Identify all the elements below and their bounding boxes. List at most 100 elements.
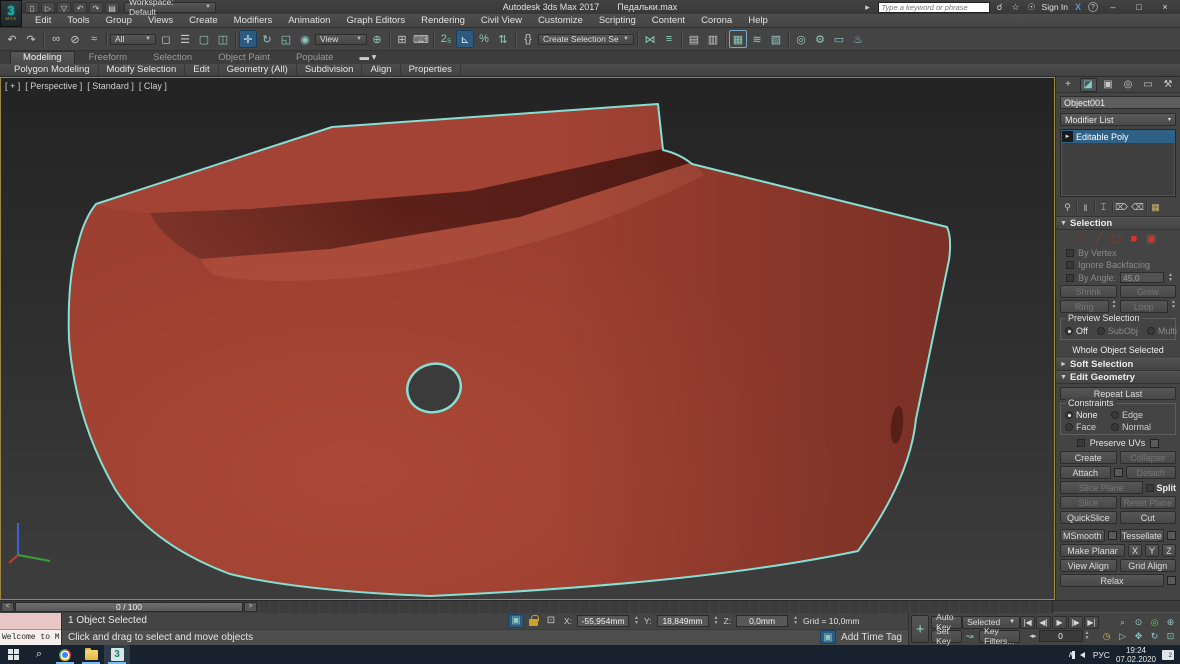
menu-content[interactable]: Content (645, 14, 692, 27)
spinner-icon[interactable]: ▲▼ (1168, 273, 1173, 283)
play-animation-icon[interactable]: ▶ (1052, 616, 1067, 629)
select-by-name-icon[interactable]: ☰ (176, 30, 194, 48)
collapse-search-icon[interactable]: ▸ (862, 2, 874, 13)
reset-plane-button[interactable]: Reset Plane (1120, 496, 1177, 509)
search-communities-icon[interactable]: ☌ (994, 2, 1006, 13)
detach-button[interactable]: Detach (1126, 466, 1177, 479)
favorites-icon[interactable]: ☆ (1010, 2, 1022, 13)
time-slider-track[interactable]: < 0 / 100 > (0, 601, 1053, 613)
default-in-out-tangent-icon[interactable]: ↝ (962, 630, 977, 643)
cut-button[interactable]: Cut (1120, 511, 1177, 524)
use-pivot-point-center-icon[interactable]: ⊕ (368, 30, 386, 48)
viewport-general-menu[interactable]: [ + ] (5, 81, 20, 91)
absolute-mode-icon[interactable]: ⊡ (543, 614, 559, 628)
grid-align-button[interactable]: Grid Align (1120, 559, 1177, 572)
window-crossing-icon[interactable]: ◫ (214, 30, 232, 48)
key-filters-button[interactable]: Key Filters... (979, 630, 1020, 643)
ring-button[interactable]: Ring (1060, 300, 1109, 313)
volume-icon[interactable] (1080, 652, 1085, 658)
by-angle-field[interactable] (1120, 272, 1164, 283)
add-time-tag-button[interactable]: Add Time Tag (841, 632, 902, 643)
scene-explorer-icon[interactable]: ▤ (685, 30, 703, 48)
slice-button[interactable]: Slice (1060, 496, 1117, 509)
select-and-scale-icon[interactable]: ◱ (277, 30, 295, 48)
menu-edit[interactable]: Edit (28, 14, 58, 27)
menu-tools[interactable]: Tools (60, 14, 96, 27)
planar-z-button[interactable]: Z (1162, 544, 1176, 557)
edit-geometry-rollout-header[interactable]: ▼ Edit Geometry (1056, 371, 1180, 384)
close-button[interactable]: × (1154, 1, 1176, 13)
selection-rollout-header[interactable]: ▼ Selection (1056, 217, 1180, 230)
preserve-uvs-checkbox[interactable]: Preserve UVs (1056, 437, 1180, 449)
configure-modifier-sets-icon[interactable]: ▦ (1148, 201, 1163, 214)
make-unique-icon[interactable]: ⌶ (1096, 201, 1111, 214)
next-frame-arrow[interactable]: > (244, 602, 257, 612)
edge-subobject-icon[interactable]: ╱ (1095, 233, 1102, 245)
taskbar-chrome-icon[interactable] (52, 645, 78, 664)
element-subobject-icon[interactable]: ▣ (1146, 233, 1156, 245)
create-button[interactable]: Create (1060, 451, 1117, 464)
ribbon-group-subdivision[interactable]: Subdivision (297, 64, 363, 76)
undo-button[interactable]: ↶ (3, 30, 21, 48)
ribbon-group-edit[interactable]: Edit (185, 64, 218, 76)
new-scene-icon[interactable]: ▯ (25, 2, 39, 13)
field-of-view-icon[interactable]: ▷ (1115, 630, 1130, 643)
named-selection-sets-dropdown[interactable]: Create Selection Se▼ (538, 34, 634, 45)
grow-button[interactable]: Grow (1120, 285, 1177, 298)
preserve-uvs-settings-button[interactable] (1150, 439, 1159, 448)
shrink-button[interactable]: Shrink (1060, 285, 1117, 298)
percent-snap-toggle-icon[interactable]: % (475, 30, 493, 48)
remove-modifier2-icon[interactable]: ⌫ (1130, 201, 1145, 214)
selection-lock-icon[interactable] (529, 619, 538, 626)
attach-button[interactable]: Attach (1060, 466, 1111, 479)
time-configuration-icon[interactable]: ◷ (1099, 630, 1114, 643)
viewport-shading-menu[interactable]: [ Clay ] (139, 81, 167, 91)
selection-filter-dropdown[interactable]: All▼ (110, 34, 156, 45)
planar-x-button[interactable]: X (1128, 544, 1142, 557)
viewport-pov-menu[interactable]: [ Perspective ] (25, 81, 82, 91)
render-production-icon[interactable]: ♨ (849, 30, 867, 48)
pan-view-icon[interactable]: ✥ (1131, 630, 1146, 643)
layer-explorer-icon[interactable]: ▥ (704, 30, 722, 48)
split-checkbox[interactable] (1146, 484, 1154, 492)
taskbar-search-icon[interactable]: ⌕ (26, 645, 52, 664)
soft-selection-rollout-header[interactable]: ► Soft Selection (1056, 358, 1180, 371)
previous-frame-arrow[interactable]: < (1, 602, 14, 612)
language-indicator[interactable]: РУС (1093, 650, 1110, 660)
menu-civil-view[interactable]: Civil View (474, 14, 529, 27)
motion-tab-icon[interactable]: ◎ (1120, 78, 1137, 92)
minimize-button[interactable]: – (1102, 1, 1124, 13)
z-spinner[interactable]: ▲▼ (793, 616, 798, 626)
msmooth-settings-button[interactable] (1108, 531, 1117, 540)
menu-animation[interactable]: Animation (281, 14, 337, 27)
next-frame-icon[interactable]: |▶ (1068, 616, 1083, 629)
display-tab-icon[interactable]: ▭ (1140, 78, 1157, 92)
relax-button[interactable]: Relax (1060, 574, 1164, 587)
maxscript-mini-listener[interactable]: Welcome to M (0, 613, 62, 645)
angle-snap-toggle-icon[interactable]: ⊾ (456, 30, 474, 48)
ring-spinner[interactable]: ▲▼ (1112, 300, 1117, 313)
time-slider-handle[interactable]: 0 / 100 (15, 602, 243, 612)
listener-output-pane[interactable]: Welcome to M (0, 630, 61, 646)
help-icon[interactable]: ? (1088, 2, 1098, 12)
relax-settings-button[interactable] (1167, 576, 1176, 585)
collapse-button[interactable]: Collapse (1120, 451, 1177, 464)
select-object-icon[interactable]: ◻ (157, 30, 175, 48)
menu-modifiers[interactable]: Modifiers (227, 14, 280, 27)
zoom-icon[interactable]: ⌕ (1115, 616, 1130, 629)
slice-plane-button[interactable]: Slice Plane (1060, 481, 1143, 494)
reference-coordinate-dropdown[interactable]: View▼ (315, 34, 367, 45)
select-and-rotate-icon[interactable]: ↻ (258, 30, 276, 48)
msmooth-button[interactable]: MSmooth (1060, 529, 1105, 542)
quickslice-button[interactable]: QuickSlice (1060, 511, 1117, 524)
ribbon-group-align[interactable]: Align (362, 64, 400, 76)
rectangular-selection-region-icon[interactable]: ▢ (195, 30, 213, 48)
current-frame-field[interactable] (1039, 630, 1083, 642)
set-keys-button[interactable]: + (911, 615, 929, 643)
planar-y-button[interactable]: Y (1145, 544, 1159, 557)
constraint-normal-radio[interactable] (1111, 423, 1119, 431)
select-and-move-icon[interactable]: ✛ (239, 30, 257, 48)
expand-icon[interactable]: ► (1062, 131, 1073, 142)
modifier-stack[interactable]: ► Editable Poly (1060, 129, 1176, 197)
constraint-face-radio[interactable] (1065, 423, 1073, 431)
